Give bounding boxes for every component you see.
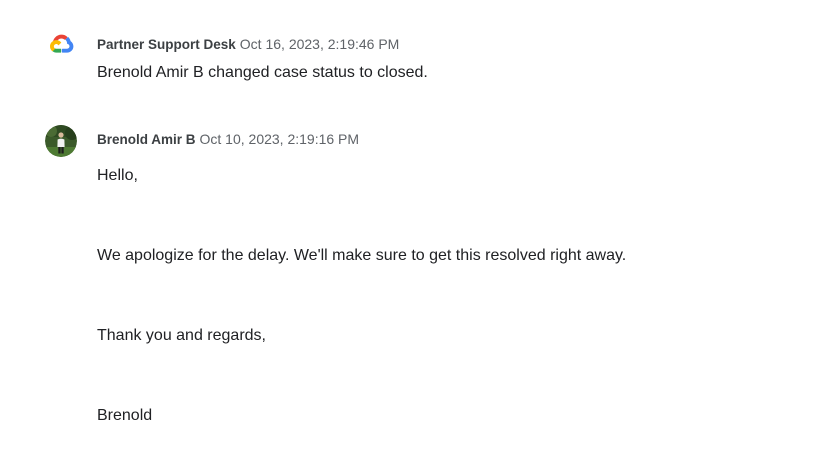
message-paragraph-body: We apologize for the delay. We'll make s… [97,247,627,264]
status-change-message: Brenold Amir B changed case status to cl… [97,64,428,81]
google-cloud-logo-icon [50,34,74,53]
entry-timestamp: Oct 10, 2023, 2:19:16 PM [199,131,360,147]
user-photo-avatar [45,125,77,157]
message-paragraph-signature: Brenold [97,407,153,424]
entry-header: Partner Support Desk Oct 16, 2023, 2:19:4… [97,35,399,54]
author-name: Partner Support Desk [97,37,236,52]
author-name: Brenold Amir B [97,132,196,147]
message-paragraph-greeting: Hello, [97,167,138,184]
entry-timestamp: Oct 16, 2023, 2:19:46 PM [239,36,400,52]
message-paragraph-closing: Thank you and regards, [97,327,266,344]
entry-header: Brenold Amir B Oct 10, 2023, 2:19:16 PM [97,130,359,149]
